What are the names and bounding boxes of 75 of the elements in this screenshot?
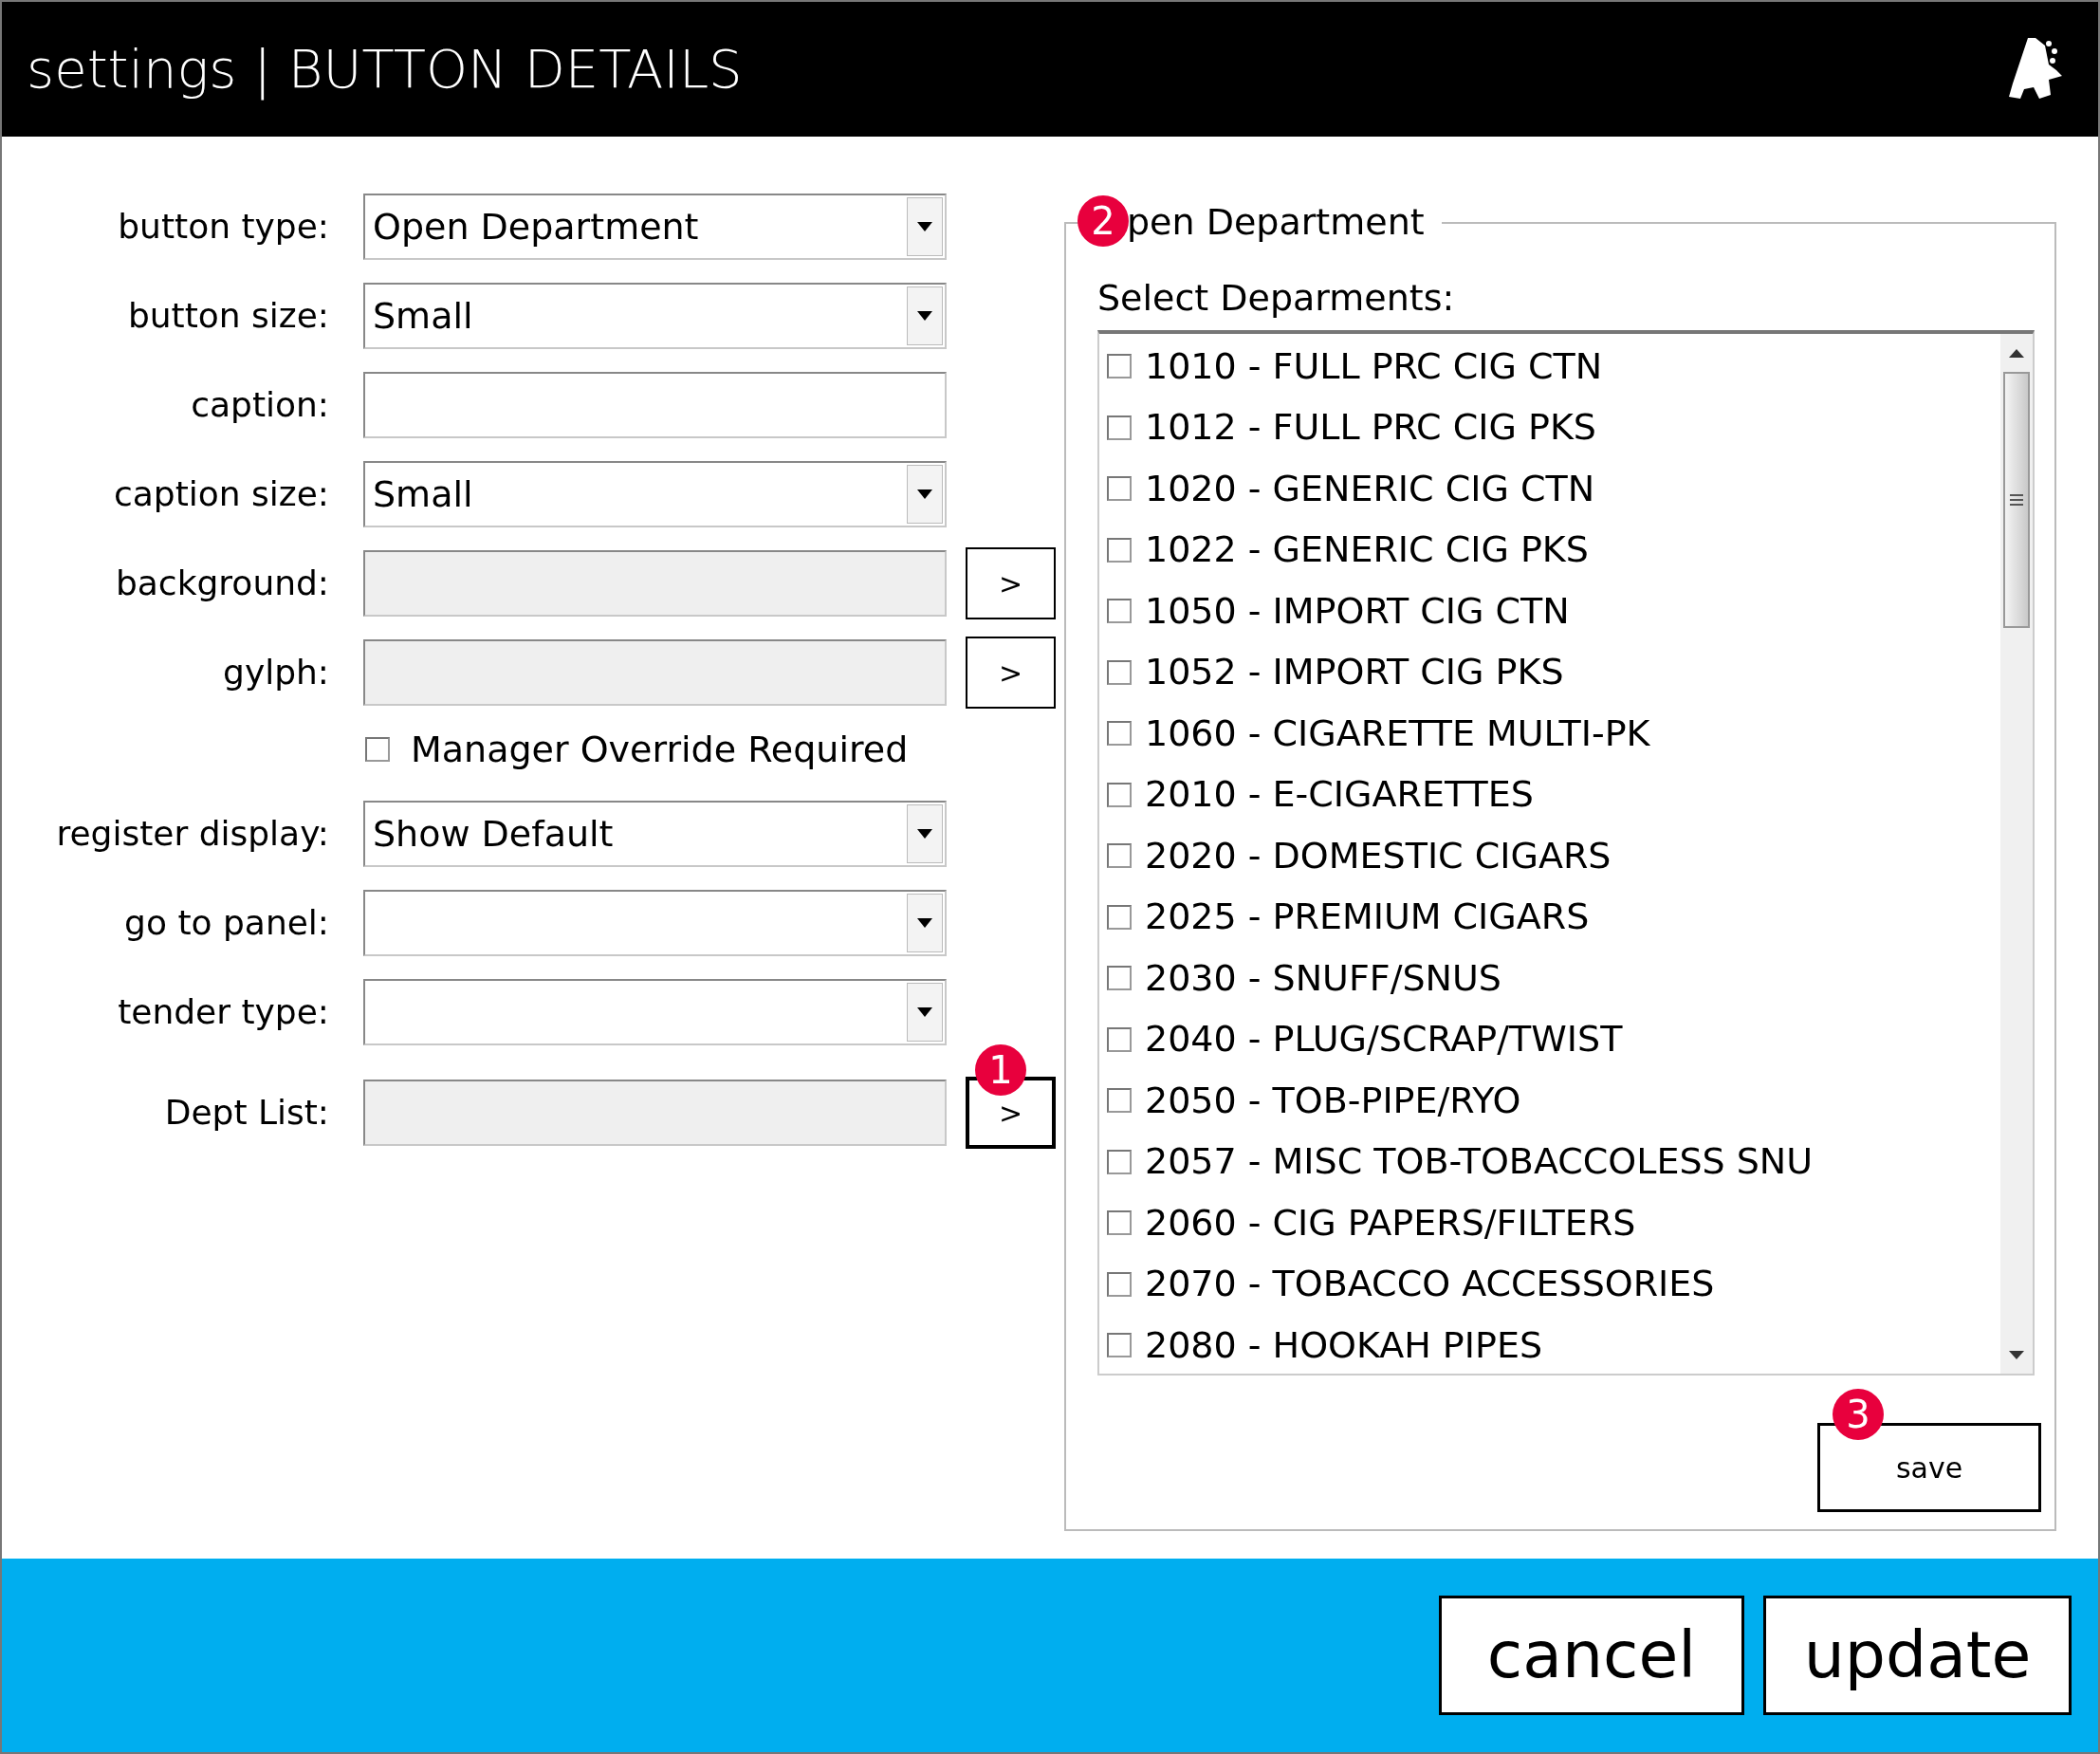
checkbox[interactable] (1107, 537, 1132, 563)
field-label: Dept List: (163, 1092, 329, 1134)
department-item[interactable]: 2025 - PREMIUM CIGARS (1145, 890, 1590, 945)
field-label: tender type: (117, 991, 329, 1033)
field-label: gylph: (222, 652, 329, 693)
department-item[interactable]: 2030 - SNUFF/SNUS (1145, 951, 1501, 1006)
checkbox[interactable] (1107, 599, 1132, 624)
department-item[interactable]: 2060 - CIG PAPERS/FILTERS (1145, 1195, 1636, 1250)
checkbox[interactable] (1107, 1088, 1132, 1114)
department-item[interactable]: 2050 - TOB-PIPE/RYO (1145, 1073, 1521, 1128)
input-field[interactable] (363, 639, 947, 706)
dropdown[interactable] (363, 890, 947, 956)
checkbox[interactable] (1107, 782, 1132, 807)
department-item[interactable]: 1022 - GENERIC CIG PKS (1145, 523, 1589, 578)
dropdown[interactable] (363, 979, 947, 1045)
dropdown-arrow-icon (917, 489, 932, 499)
cancel-button[interactable]: cancel (1439, 1596, 1744, 1715)
grip-icon (2010, 493, 2023, 507)
checkbox[interactable] (1107, 415, 1132, 440)
dropdown[interactable]: Open Department (363, 194, 947, 260)
checkbox[interactable] (1107, 354, 1132, 379)
field-label: go to panel: (123, 902, 329, 944)
dropdown[interactable]: Small (363, 461, 947, 527)
checkbox[interactable] (1107, 1210, 1132, 1236)
field-label: button size: (126, 295, 329, 337)
department-item[interactable]: 1052 - IMPORT CIG PKS (1145, 645, 1564, 700)
department-item[interactable]: 2070 - TOBACCO ACCESSORIES (1145, 1257, 1715, 1312)
checkbox[interactable] (1107, 1333, 1132, 1358)
dropdown[interactable]: Show Default (363, 801, 947, 867)
department-item[interactable]: 1050 - IMPORT CIG CTN (1145, 583, 1570, 638)
checkbox[interactable] (1107, 1271, 1132, 1297)
field-label: register display: (55, 813, 329, 855)
list-label: Select Deparments: (1097, 276, 1455, 321)
field-label: caption: (190, 384, 329, 426)
checkbox[interactable] (1107, 1149, 1132, 1174)
department-item[interactable]: 1020 - GENERIC CIG CTN (1145, 461, 1595, 516)
department-item[interactable]: 1060 - CIGARETTE MULTI-PK (1145, 706, 1650, 761)
number-marker: 1 (975, 1044, 1026, 1096)
department-item[interactable]: 2057 - MISC TOB-TOBACCOLESS SNU (1145, 1135, 1814, 1190)
dropdown-arrow-icon (917, 829, 932, 839)
checkbox[interactable] (1107, 843, 1132, 869)
checkbox[interactable] (1107, 904, 1132, 930)
scrollbar[interactable] (2000, 334, 2033, 1374)
department-item[interactable]: 1012 - FULL PRC CIG PKS (1145, 400, 1596, 455)
department-item[interactable]: 2010 - E-CIGARETTES (1145, 767, 1534, 822)
checkbox-label: Manager Override Required (411, 727, 909, 772)
field-label: background: (114, 563, 329, 604)
department-item[interactable]: 2020 - DOMESTIC CIGARS (1145, 828, 1612, 883)
input-field[interactable] (363, 372, 947, 438)
checkbox[interactable] (1107, 659, 1132, 685)
checkbox[interactable] (1107, 476, 1132, 502)
checkbox[interactable] (1107, 1026, 1132, 1052)
dropdown-arrow-icon (917, 222, 932, 231)
dropdown-arrow-icon (917, 1007, 932, 1017)
department-item[interactable]: 1010 - FULL PRC CIG CTN (1145, 339, 1603, 394)
checkbox[interactable] (1107, 721, 1132, 747)
input-field[interactable] (363, 1080, 947, 1146)
dropdown[interactable]: Small (363, 283, 947, 349)
input-field[interactable] (363, 550, 947, 617)
browse-button[interactable]: > (966, 637, 1056, 709)
field-label: button type: (117, 206, 329, 248)
checkbox[interactable] (1107, 966, 1132, 991)
browse-button[interactable]: > (966, 547, 1056, 619)
number-marker: 2 (1078, 195, 1129, 247)
update-button[interactable]: update (1763, 1596, 2072, 1715)
dropdown-arrow-icon (917, 918, 932, 928)
dropdown-arrow-icon (917, 311, 932, 321)
scroll-down-icon (2009, 1350, 2024, 1359)
number-marker: 3 (1833, 1389, 1884, 1440)
scroll-up-icon (2009, 348, 2024, 358)
field-label: caption size: (112, 473, 329, 515)
checkbox[interactable] (365, 737, 390, 762)
department-item[interactable]: 2040 - PLUG/SCRAP/TWIST (1145, 1012, 1623, 1067)
department-item[interactable]: 2080 - HOOKAH PIPES (1145, 1318, 1543, 1373)
window-title: settings | BUTTON DETAILS (27, 37, 743, 102)
